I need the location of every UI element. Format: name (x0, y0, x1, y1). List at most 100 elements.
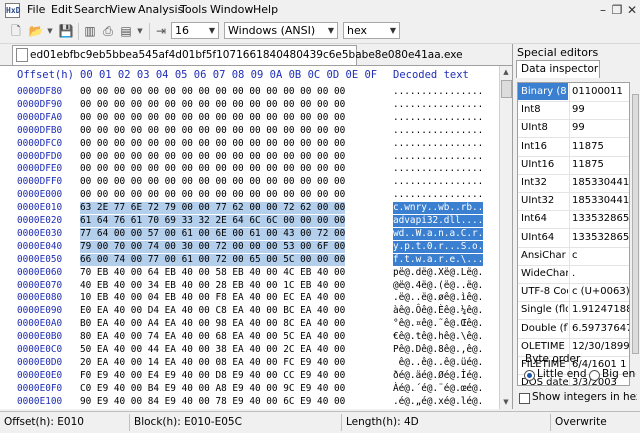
row-bytes[interactable]: 60 E9 40 00 54 E9 40 00 48 E9 40 00 3C E… (80, 409, 345, 410)
row-decoded-text[interactable]: .é@.„é@.xé@.lé@. (393, 396, 483, 408)
close-icon[interactable]: ✕ (625, 3, 639, 17)
row-decoded-text[interactable]: pë@.dë@.Xë@.Lë@. (393, 267, 483, 279)
row-bytes[interactable]: 40 EB 40 00 34 EB 40 00 28 EB 40 00 1C E… (80, 280, 345, 292)
dropdown-arrow-icon[interactable]: ▼ (132, 23, 148, 39)
inspector-value[interactable]: c (U+0063) (572, 283, 629, 300)
inspector-row[interactable]: AnsiChar / c (518, 246, 629, 266)
inspector-row[interactable]: UInt8 99 (518, 119, 629, 139)
inspector-row[interactable]: WideChar /. (518, 265, 629, 284)
new-file-icon[interactable]: 🗋 (8, 23, 24, 39)
little-endian-radio[interactable] (524, 370, 535, 381)
print-icon[interactable]: ⎙ (100, 23, 116, 39)
menu-window[interactable]: Window (210, 3, 253, 16)
row-decoded-text[interactable]: ................ (393, 138, 483, 150)
menu-view[interactable]: View (110, 3, 136, 16)
hex-row[interactable]: 0000DFE0 00 00 00 00 00 00 00 00 00 00 00… (0, 163, 499, 175)
row-decoded-text[interactable]: ................ (393, 189, 483, 201)
hex-row[interactable]: 0000E100 90 E9 40 00 84 E9 40 00 78 E9 40… (0, 396, 499, 408)
row-decoded-text[interactable]: `é@.Té@.Hé@.<é@. (393, 409, 483, 410)
row-bytes[interactable]: 00 00 00 00 00 00 00 00 00 00 00 00 00 0… (80, 86, 345, 98)
row-decoded-text[interactable]: @ë@.4ë@.(ë@..ë@. (393, 280, 483, 292)
hex-row[interactable]: 0000E050 66 00 74 00 77 00 61 00 72 00 65… (0, 253, 499, 266)
row-bytes[interactable]: 00 00 00 00 00 00 00 00 00 00 00 00 00 0… (80, 176, 345, 188)
menu-analysis[interactable]: Analysis (138, 3, 183, 16)
inspector-value[interactable]: 99 (572, 101, 629, 118)
row-decoded-text[interactable]: advapi32.dll.... (393, 215, 484, 227)
hex-row[interactable]: 0000E0A0 B0 EA 40 00 A4 EA 40 00 98 EA 40… (0, 318, 499, 330)
row-decoded-text[interactable]: y.p.t.0.r...S.o. (393, 240, 484, 253)
inspector-row[interactable]: Int32 1853304419 (518, 174, 629, 193)
row-bytes[interactable]: 77 64 00 00 57 00 61 00 6E 00 61 00 43 0… (80, 227, 346, 240)
row-bytes[interactable]: 00 00 00 00 00 00 00 00 00 00 00 00 00 0… (80, 138, 345, 150)
inspector-scrollbar[interactable] (631, 82, 640, 386)
restore-icon[interactable]: ❐ (610, 3, 624, 17)
menu-file[interactable]: File (27, 3, 45, 16)
scroll-thumb[interactable] (632, 94, 639, 354)
row-bytes[interactable]: 80 EA 40 00 74 EA 40 00 68 EA 40 00 5C E… (80, 331, 345, 343)
row-bytes[interactable]: C0 E9 40 00 B4 E9 40 00 A8 E9 40 00 9C E… (80, 383, 345, 395)
inspector-value[interactable]: c (572, 247, 629, 264)
inspector-row[interactable]: Binary (8 b01100011 (518, 83, 629, 102)
save-icon[interactable]: 💾 (58, 23, 74, 39)
row-bytes[interactable]: 20 EA 40 00 14 EA 40 00 08 EA 40 00 FC E… (80, 357, 345, 369)
hex-row[interactable]: 0000DFC0 00 00 00 00 00 00 00 00 00 00 00… (0, 138, 499, 150)
inspector-row[interactable]: Int8 99 (518, 101, 629, 121)
hex-editor[interactable]: Offset(h) 00 01 02 03 04 05 06 07 08 09 … (0, 66, 499, 409)
hex-row[interactable]: 0000DF90 00 00 00 00 00 00 00 00 00 00 00… (0, 99, 499, 111)
row-decoded-text[interactable]: ê@..ê@..ê@.üé@. (393, 357, 484, 369)
inspector-row[interactable]: UInt64 1335328658 (518, 228, 629, 248)
hex-row[interactable]: 0000E010 63 2E 77 6E 72 79 00 00 77 62 00… (0, 202, 499, 215)
hex-row[interactable]: 0000E070 40 EB 40 00 34 EB 40 00 28 EB 40… (0, 280, 499, 292)
encoding-select[interactable]: Windows (ANSI) ▼ (224, 22, 338, 39)
row-bytes[interactable]: 66 00 74 00 77 00 61 00 72 00 65 00 5C 0… (80, 253, 346, 266)
inspector-value[interactable]: 1853304419 (572, 192, 629, 209)
bytes-per-row-select[interactable]: 16 ▼ (171, 22, 219, 39)
scroll-down-icon[interactable]: ▼ (500, 396, 512, 409)
row-bytes[interactable]: 00 00 00 00 00 00 00 00 00 00 00 00 00 0… (80, 112, 345, 124)
row-decoded-text[interactable]: €ê@.tê@.hê@.\ê@. (393, 331, 483, 343)
inspector-value[interactable]: 1335328658 (572, 229, 629, 246)
hex-row[interactable]: 0000E0C0 50 EA 40 00 44 EA 40 00 38 EA 40… (0, 344, 499, 356)
inspector-value[interactable]: 99 (572, 119, 629, 136)
menu-search[interactable]: Search (74, 3, 112, 16)
row-decoded-text[interactable]: ................ (393, 125, 483, 137)
inspector-row[interactable]: UInt16 11875 (518, 155, 629, 175)
hex-row[interactable]: 0000E040 79 00 70 00 74 00 30 00 72 00 00… (0, 240, 499, 253)
row-bytes[interactable]: 00 00 00 00 00 00 00 00 00 00 00 00 00 0… (80, 189, 345, 201)
row-bytes[interactable]: 50 EA 40 00 44 EA 40 00 38 EA 40 00 2C E… (80, 344, 345, 356)
tab-data-inspector[interactable]: Data inspector (516, 60, 600, 78)
dropdown-arrow-icon[interactable]: ▼ (42, 23, 58, 39)
inspector-row[interactable]: Double (flo 6.59737647 (518, 319, 629, 339)
hex-row[interactable]: 0000DFF0 00 00 00 00 00 00 00 00 00 00 00… (0, 176, 499, 188)
hex-row[interactable]: 0000DFD0 00 00 00 00 00 00 00 00 00 00 00… (0, 151, 499, 163)
row-bytes[interactable]: 79 00 70 00 74 00 30 00 72 00 00 00 53 0… (80, 240, 346, 253)
hex-row[interactable]: 0000E030 77 64 00 00 57 00 61 00 6E 00 61… (0, 227, 499, 240)
menu-tools[interactable]: Tools (180, 3, 207, 16)
inspector-row[interactable]: UTF-8 Cod c (U+0063) (518, 283, 629, 303)
row-bytes[interactable]: 61 64 76 61 70 69 33 32 2E 64 6C 6C 00 0… (80, 215, 346, 227)
inspector-value[interactable]: 11875 (572, 138, 629, 155)
row-bytes[interactable]: E0 EA 40 00 D4 EA 40 00 C8 EA 40 00 BC E… (80, 305, 345, 317)
row-decoded-text[interactable]: .ë@..ë@.øê@.ìê@. (393, 292, 483, 304)
minimize-icon[interactable]: – (596, 3, 610, 17)
hex-integers-checkbox[interactable] (519, 393, 530, 404)
row-bytes[interactable]: 00 00 00 00 00 00 00 00 00 00 00 00 00 0… (80, 125, 345, 137)
row-bytes[interactable]: 10 EB 40 00 04 EB 40 00 F8 EA 40 00 EC E… (80, 292, 345, 304)
hex-row[interactable]: 0000E080 10 EB 40 00 04 EB 40 00 F8 EA 40… (0, 292, 499, 304)
hex-row[interactable]: 0000E000 00 00 00 00 00 00 00 00 00 00 00… (0, 189, 499, 201)
row-decoded-text[interactable]: Àé@.´é@.¨é@.œé@. (393, 383, 483, 395)
row-decoded-text[interactable]: ................ (393, 112, 483, 124)
row-decoded-text[interactable]: f.t.w.a.r.e.\... (393, 253, 484, 266)
inspector-value[interactable]: 01100011 (572, 83, 629, 100)
app-icon[interactable]: HxD (5, 3, 20, 18)
menu-edit[interactable]: Edit (51, 3, 72, 16)
hex-row[interactable]: 0000E110 60 E9 40 00 54 E9 40 00 48 E9 40… (0, 409, 499, 410)
hex-row[interactable]: 0000E0B0 80 EA 40 00 74 EA 40 00 68 EA 40… (0, 331, 499, 343)
row-decoded-text[interactable]: ................ (393, 163, 483, 175)
hex-row[interactable]: 0000E090 E0 EA 40 00 D4 EA 40 00 C8 EA 40… (0, 305, 499, 317)
row-bytes[interactable]: B0 EA 40 00 A4 EA 40 00 98 EA 40 00 8C E… (80, 318, 345, 330)
row-bytes[interactable]: 63 2E 77 6E 72 79 00 00 77 62 00 00 72 6… (80, 202, 346, 215)
row-bytes[interactable]: 70 EB 40 00 64 EB 40 00 58 EB 40 00 4C E… (80, 267, 345, 279)
hex-row[interactable]: 0000E0D0 20 EA 40 00 14 EA 40 00 08 EA 40… (0, 357, 499, 369)
inspector-value[interactable]: 1335328658 (572, 210, 629, 227)
